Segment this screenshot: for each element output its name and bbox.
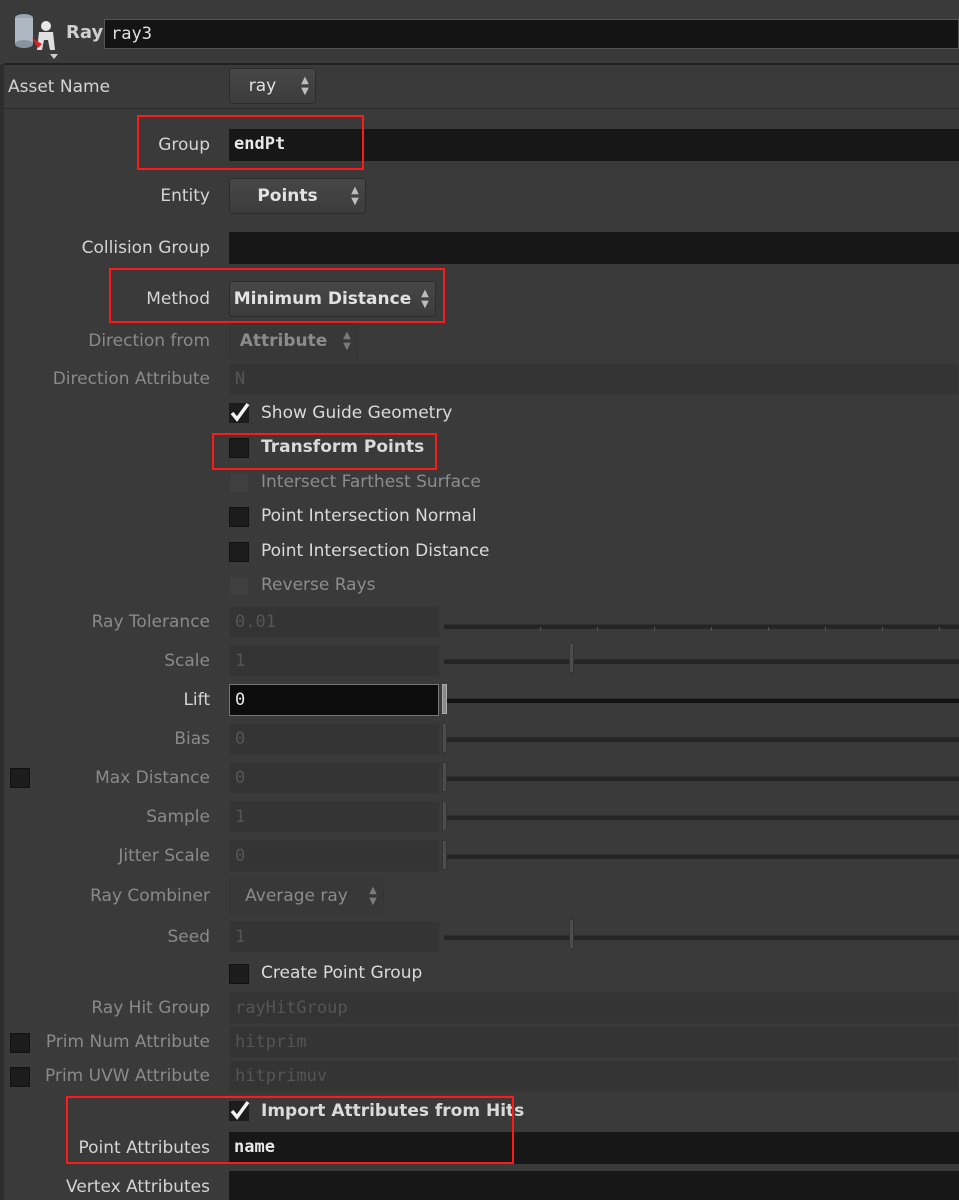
reverse-rays-checkbox[interactable] [229, 576, 249, 596]
entity-label: Entity [160, 186, 210, 206]
menu-arrows-icon: ▲ ▼ [351, 185, 359, 207]
seed-slider-handle[interactable] [569, 919, 574, 949]
ray-tolerance-field[interactable]: 0.01 [229, 606, 440, 638]
menu-arrows-icon: ▲ ▼ [301, 75, 309, 97]
show-guide-geometry-checkbox[interactable] [228, 401, 252, 425]
bias-slider-handle[interactable] [442, 723, 447, 753]
seed-label: Seed [167, 927, 211, 947]
max-distance-field[interactable]: 0 [229, 762, 440, 794]
collision-group-label: Collision Group [81, 238, 210, 258]
node-name-field[interactable]: ray3 [104, 19, 959, 49]
show-guide-geometry-label: Show Guide Geometry [261, 403, 453, 423]
scale-label: Scale [164, 651, 210, 671]
menu-arrows-icon: ▲ ▼ [369, 885, 377, 907]
bias-field[interactable]: 0 [229, 723, 440, 755]
ray-hit-group-field[interactable]: rayHitGroup [229, 992, 959, 1024]
lift-label: Lift [183, 690, 210, 710]
jitter-scale-slider[interactable] [444, 854, 959, 859]
collision-group-field[interactable] [229, 232, 959, 264]
ray-combiner-menu[interactable]: Average ray ▲ ▼ [229, 878, 384, 914]
seed-field[interactable]: 1 [229, 921, 440, 953]
prim-uvw-attribute-field[interactable]: hitprimuv [229, 1060, 959, 1092]
slider-tick [597, 627, 598, 631]
lift-slider[interactable] [444, 698, 959, 703]
slider-tick [825, 627, 826, 631]
panel-left-edge [0, 64, 4, 1200]
max-distance-slider[interactable] [444, 776, 959, 781]
scale-slider-handle[interactable] [569, 643, 574, 673]
prim-num-attribute-field[interactable]: hitprim [229, 1026, 959, 1058]
highlight-box-group [137, 115, 364, 170]
header-divider [4, 63, 959, 65]
highlight-box-method [109, 268, 445, 323]
ray-tolerance-label: Ray Tolerance [91, 612, 210, 632]
jitter-scale-slider-handle[interactable] [442, 840, 447, 870]
seed-slider[interactable] [444, 935, 959, 940]
slider-tick [882, 627, 883, 631]
sample-field[interactable]: 1 [229, 801, 440, 833]
menu-arrows-icon: ▲ ▼ [343, 330, 351, 352]
scale-field[interactable]: 1 [229, 645, 440, 677]
section-divider [4, 108, 959, 109]
slider-tick [939, 627, 940, 631]
sample-slider-handle[interactable] [442, 801, 447, 831]
max-distance-label: Max Distance [95, 768, 210, 788]
slider-tick [654, 627, 655, 631]
slider-tick [540, 627, 541, 631]
ray-hit-group-label: Ray Hit Group [91, 998, 210, 1018]
asset-name-menu[interactable]: ray ▲ ▼ [229, 68, 316, 104]
lift-slider-handle[interactable] [442, 684, 447, 714]
scale-slider[interactable] [444, 659, 959, 664]
direction-from-value: Attribute [239, 331, 328, 351]
intersect-farthest-surface-label: Intersect Farthest Surface [261, 472, 481, 492]
point-intersection-normal-checkbox[interactable] [229, 507, 249, 527]
direction-from-label: Direction from [88, 331, 210, 351]
max-distance-slider-handle[interactable] [442, 762, 447, 792]
prim-uvw-attribute-label: Prim UVW Attribute [45, 1066, 210, 1086]
prim-num-attribute-label: Prim Num Attribute [45, 1032, 210, 1052]
intersect-farthest-surface-checkbox[interactable] [229, 473, 249, 493]
bias-slider[interactable] [444, 737, 959, 742]
asset-name-label: Asset Name [8, 77, 111, 97]
jitter-scale-field[interactable]: 0 [229, 840, 440, 872]
create-point-group-label: Create Point Group [261, 963, 423, 983]
bias-label: Bias [174, 729, 210, 749]
point-intersection-distance-label: Point Intersection Distance [261, 541, 490, 561]
jitter-scale-label: Jitter Scale [118, 846, 210, 866]
lift-field[interactable]: 0 [229, 684, 439, 716]
slider-tick [768, 627, 769, 631]
vertex-attributes-label: Vertex Attributes [66, 1177, 210, 1197]
reverse-rays-label: Reverse Rays [261, 575, 376, 595]
highlight-box-transform-points [212, 433, 437, 470]
sample-label: Sample [146, 807, 210, 827]
direction-attribute-field[interactable]: N [229, 363, 959, 395]
point-intersection-normal-label: Point Intersection Normal [261, 506, 477, 526]
highlight-box-import-attributes [66, 1096, 514, 1164]
node-type-label: Ray [66, 22, 104, 43]
create-point-group-checkbox[interactable] [229, 964, 249, 984]
point-intersection-distance-checkbox[interactable] [229, 542, 249, 562]
entity-menu[interactable]: Points ▲ ▼ [229, 178, 366, 214]
vertex-attributes-field[interactable] [229, 1171, 959, 1200]
asset-name-value: ray [248, 76, 277, 96]
direction-from-menu[interactable]: Attribute ▲ ▼ [229, 323, 358, 359]
ray-node-icon[interactable] [8, 10, 64, 60]
ray-combiner-label: Ray Combiner [90, 886, 210, 906]
ray-combiner-value: Average ray [245, 886, 348, 906]
entity-value: Points [257, 186, 318, 206]
sample-slider[interactable] [444, 815, 959, 820]
direction-attribute-label: Direction Attribute [52, 369, 210, 389]
slider-tick [711, 627, 712, 631]
